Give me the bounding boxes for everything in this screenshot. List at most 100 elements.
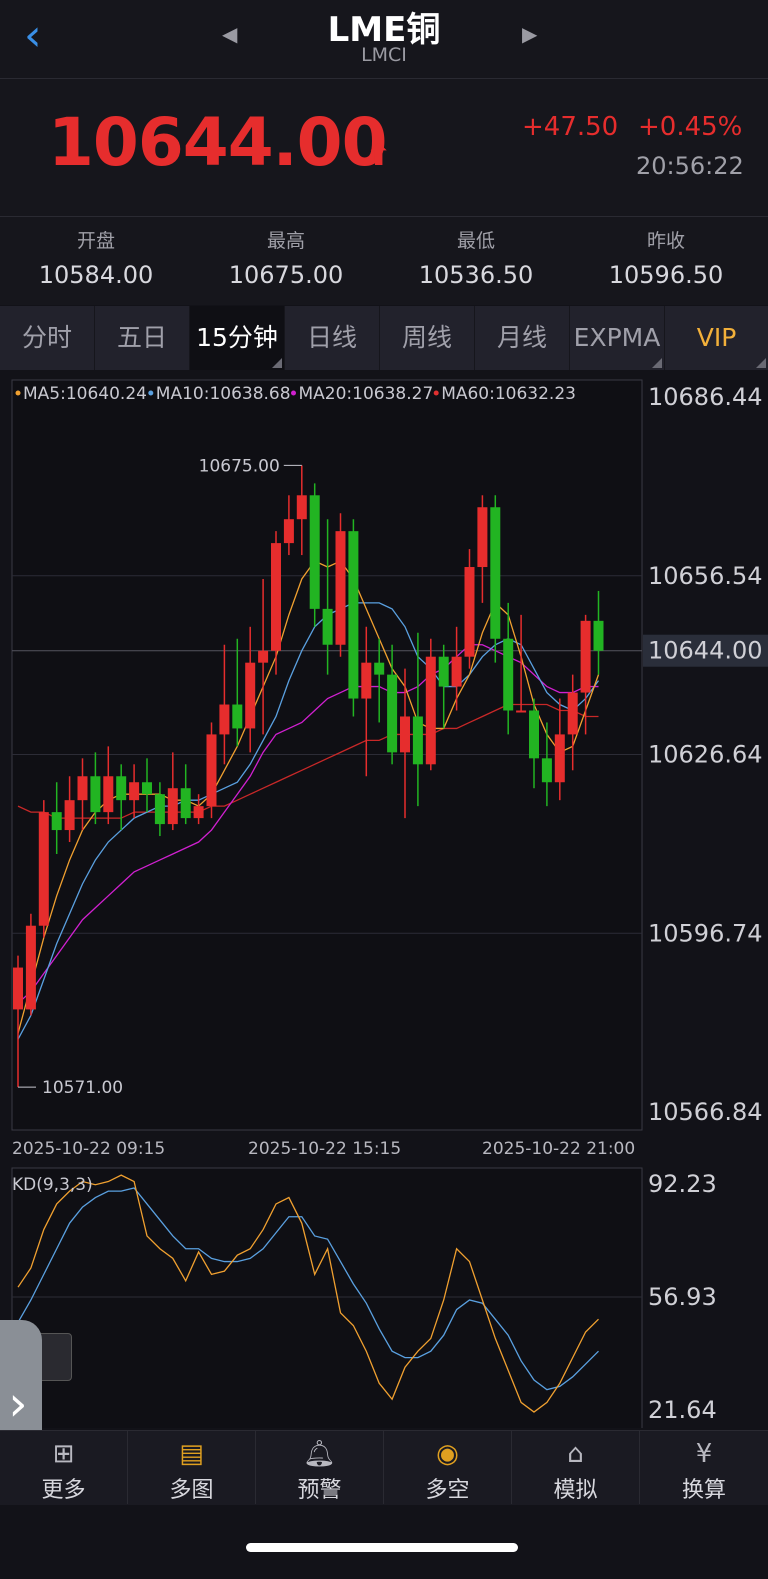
nav-long-short[interactable]: ◉ 多空 (384, 1430, 512, 1504)
nav-label: 多空 (425, 1478, 470, 1503)
tab-15min[interactable]: 15分钟 (190, 306, 285, 370)
nav-label: 换算 (681, 1478, 726, 1503)
candle-body (64, 800, 75, 831)
candle-body (90, 776, 101, 813)
low-label: 10571.00 (42, 1078, 123, 1098)
candle-body (400, 716, 410, 753)
nav-more[interactable]: ⊞ 更多 (0, 1430, 128, 1504)
up-arrow-icon: ⬆ (366, 138, 392, 173)
price-axis-label: 10596.74 (648, 919, 763, 947)
candle-body (503, 638, 514, 711)
next-instrument-icon[interactable]: ▶ (522, 22, 537, 46)
price-axis-label: 10644.00 (648, 637, 763, 665)
tab-five-day[interactable]: 五日 (95, 306, 190, 370)
date-label: 2025-10-22 15:15 (248, 1139, 401, 1159)
candle-body (13, 967, 23, 1010)
candle-body (258, 650, 269, 663)
price-axis: 10686.44 10656.54 10644.00 10626.64 10596.74… (643, 383, 768, 1126)
bell-icon: 🔔︎ (302, 1439, 336, 1469)
stat-open: 开盘 10584.00 (0, 226, 192, 289)
nav-alert[interactable]: 🔔︎ 预警 (256, 1430, 384, 1504)
nav-simulate[interactable]: ⌂ 模拟 (512, 1430, 640, 1504)
price-axis-label: 10626.64 (648, 741, 763, 769)
legend-dot (148, 390, 154, 396)
time-axis: 2025-10-22 09:15 2025-10-22 15:15 2025-10-… (12, 1139, 635, 1159)
multi-chart-icon: ▤ (179, 1439, 204, 1469)
candle-body (348, 531, 359, 699)
candle-body (490, 507, 501, 639)
nav-multi-chart[interactable]: ▤ 多图 (128, 1430, 256, 1504)
kd-axis-label: 56.93 (648, 1283, 717, 1311)
quote-time: 20:56:22 (636, 152, 744, 180)
candle-body (38, 812, 49, 926)
nav-convert[interactable]: ¥ 换算 (640, 1430, 768, 1504)
tab-intraday[interactable]: 分时 (0, 306, 95, 370)
tab-vip[interactable]: VIP (665, 306, 768, 370)
kd-indicator-chart[interactable]: KD(9,3,3) 92.23 56.93 21.64 (0, 1166, 768, 1428)
tab-label: EXPMA (573, 323, 661, 352)
kd-axis-label: 92.23 (648, 1170, 717, 1198)
candle-body (580, 620, 591, 693)
tab-monthly[interactable]: 月线 (475, 306, 570, 370)
candle-body (361, 662, 372, 699)
tab-daily[interactable]: 日线 (285, 306, 380, 370)
candle-body (464, 567, 475, 657)
kd-axis-label: 21.64 (648, 1396, 717, 1424)
candle-body (309, 495, 320, 609)
candle-body (283, 519, 294, 544)
nav-label: 预警 (297, 1478, 342, 1503)
candle-body (232, 704, 243, 729)
prev-instrument-icon[interactable]: ◀ (222, 22, 237, 46)
legend-dot (15, 390, 21, 396)
candle-body (387, 674, 398, 753)
stat-label: 最高 (266, 230, 305, 252)
price-axis-label: 10566.84 (648, 1098, 763, 1126)
candle-body (245, 662, 256, 729)
candle-body (593, 620, 604, 651)
candle-body (477, 507, 488, 568)
candle-body (438, 656, 449, 687)
legend-dot (291, 390, 296, 396)
yen-icon: ¥ (695, 1439, 713, 1469)
date-label: 2025-10-22 09:15 (12, 1139, 165, 1159)
back-icon[interactable]: ‹ (24, 12, 60, 62)
candle-body (116, 776, 127, 801)
legend-dot (433, 390, 439, 396)
candle-body (193, 806, 204, 819)
candle-body (322, 608, 333, 645)
tab-expma[interactable]: EXPMA (570, 306, 665, 370)
price-change: +47.50 (522, 112, 619, 142)
candle-body (219, 704, 230, 735)
dropdown-corner-icon (272, 358, 282, 368)
candle-body (142, 782, 152, 795)
dropdown-corner-icon (652, 358, 662, 368)
dropdown-corner-icon (756, 358, 766, 368)
tab-weekly[interactable]: 周线 (380, 306, 475, 370)
bank-icon: ⌂ (567, 1439, 584, 1469)
nav-label: 多图 (169, 1478, 214, 1503)
candlestick-chart[interactable]: 10675.00 10571.00 10686.44 10656.54 10644.0… (0, 372, 768, 1164)
candle-body (271, 543, 281, 651)
tab-label: VIP (696, 323, 737, 352)
trend-icon: ◉ (436, 1439, 459, 1469)
stat-value: 10584.00 (38, 261, 154, 289)
candle-body (516, 710, 527, 713)
legend-item: MA20:10638.27 (299, 384, 434, 404)
candle-body (180, 788, 191, 819)
candle-body (554, 734, 565, 783)
candle-body (154, 794, 165, 825)
stat-value: 10675.00 (228, 261, 344, 289)
candle-body (567, 692, 578, 735)
instrument-code: LMCI (361, 44, 407, 66)
candle-body (129, 782, 140, 801)
candle-body (451, 656, 462, 687)
legend-item: MA60:10632.23 (441, 384, 576, 404)
last-price: 10644.00 (48, 104, 388, 181)
candle-body (51, 812, 62, 831)
stat-label: 昨收 (646, 230, 685, 252)
grid-icon: ⊞ (52, 1439, 75, 1469)
stat-label: 开盘 (76, 230, 115, 252)
stat-value: 10536.50 (418, 261, 534, 289)
date-label: 2025-10-22 21:00 (482, 1139, 635, 1159)
legend-item: MA5:10640.24 (23, 384, 147, 404)
